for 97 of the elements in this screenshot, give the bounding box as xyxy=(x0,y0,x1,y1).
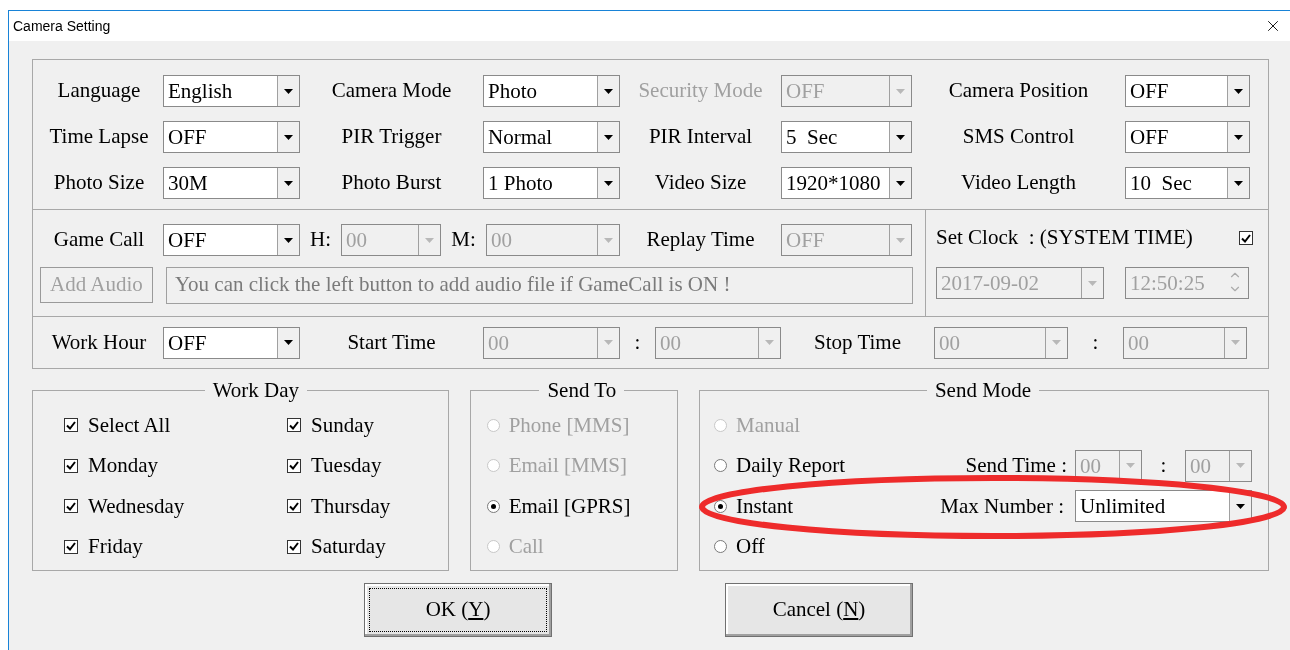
radio-label: Call xyxy=(508,533,544,560)
caret-icon xyxy=(1234,180,1243,186)
radio-label: Instant xyxy=(736,492,794,520)
caret-icon xyxy=(1052,340,1061,345)
dropdown[interactable]: OFF xyxy=(163,224,300,256)
caret-icon xyxy=(284,180,293,186)
caret-icon xyxy=(1088,280,1097,286)
set-clock-label: Set Clock : (SYSTEM TIME) xyxy=(936,224,1194,252)
field-label: Stop Time xyxy=(813,328,902,356)
dialog-button[interactable]: Cancel (N) xyxy=(725,583,913,637)
radio-label: Phone [MMS] xyxy=(508,411,630,439)
dropdown[interactable]: OFF xyxy=(1125,75,1250,107)
dropdown[interactable]: Normal xyxy=(483,121,620,153)
checkbox[interactable] xyxy=(287,539,301,554)
radio-button[interactable] xyxy=(714,459,727,473)
caret-icon xyxy=(284,134,293,140)
checkbox[interactable] xyxy=(287,418,301,433)
caret-icon xyxy=(604,134,613,140)
radio-label: Daily Report xyxy=(736,452,846,479)
radio-label: Off xyxy=(736,533,765,560)
field-label: Time Lapse xyxy=(48,123,150,151)
caret-icon xyxy=(896,134,905,140)
caret-icon xyxy=(604,340,613,345)
dropdown[interactable]: OFF xyxy=(163,121,300,153)
checkbox[interactable] xyxy=(287,499,301,514)
radio-label: Email [MMS] xyxy=(508,452,628,479)
field-label: Photo Size xyxy=(52,169,146,197)
dropdown[interactable]: 1 Photo xyxy=(483,167,620,199)
field-label: Camera Position xyxy=(947,77,1090,105)
checkbox-label: Wednesday xyxy=(88,492,185,520)
field-label: Photo Burst xyxy=(340,169,443,197)
checkbox-label: Thursday xyxy=(311,492,391,520)
caret-icon xyxy=(284,88,293,94)
checkbox[interactable] xyxy=(287,458,301,473)
caret-icon xyxy=(284,340,293,345)
caret-icon xyxy=(284,237,293,243)
radio-label: Email [GPRS] xyxy=(508,492,631,520)
dropdown[interactable]: 30M xyxy=(163,167,300,199)
dropdown[interactable]: OFF xyxy=(163,326,300,359)
field-label: SMS Control xyxy=(961,123,1076,151)
caret-icon xyxy=(604,88,613,94)
field-label: H: xyxy=(309,226,332,254)
group-title: Send Mode xyxy=(933,379,1033,401)
dropdown[interactable]: Photo xyxy=(483,75,620,107)
checkbox-label: Friday xyxy=(88,533,143,560)
checkbox[interactable] xyxy=(64,539,78,554)
checkbox-label: Sunday xyxy=(311,411,374,439)
caret-icon xyxy=(1236,463,1245,469)
caret-icon xyxy=(425,237,434,243)
field-label: Video Size xyxy=(653,169,748,197)
radio-label: Manual xyxy=(736,411,801,439)
field-label: Work Hour xyxy=(50,328,148,356)
caret-icon xyxy=(1126,463,1135,469)
field-label: Video Length xyxy=(960,169,1077,197)
dialog-button[interactable]: OK (Y) xyxy=(364,583,552,637)
field-label: Start Time xyxy=(346,328,437,356)
field-label: Game Call xyxy=(52,226,146,254)
caret-icon xyxy=(1231,340,1240,345)
field-label: PIR Trigger xyxy=(340,123,443,151)
checkbox[interactable] xyxy=(64,418,78,433)
caret-icon xyxy=(604,180,613,186)
caret-icon xyxy=(604,237,613,243)
time-separator: : xyxy=(633,328,642,356)
caret-icon xyxy=(1234,134,1243,140)
field-label: Language xyxy=(56,77,142,105)
checkbox[interactable] xyxy=(64,499,78,514)
dropdown[interactable]: OFF xyxy=(1125,121,1250,153)
field-label: PIR Interval xyxy=(647,123,754,151)
dropdown[interactable]: 10 Sec xyxy=(1125,167,1250,199)
checkbox[interactable] xyxy=(64,458,78,473)
checkbox-label: Saturday xyxy=(311,533,386,560)
field-label: M: xyxy=(450,226,477,254)
dropdown[interactable]: English xyxy=(163,75,300,107)
group-title: Work Day xyxy=(211,379,300,401)
field-label: Replay Time xyxy=(645,226,756,254)
window-title: Camera Setting xyxy=(13,16,111,36)
dropdown[interactable]: 1920*1080 xyxy=(781,167,912,199)
caret-icon xyxy=(896,180,905,186)
field-label: Max Number : xyxy=(939,492,1064,520)
caret-icon xyxy=(1236,503,1245,509)
checkbox-label: Select All xyxy=(88,411,171,439)
checkbox-label: Monday xyxy=(88,452,158,479)
checkbox-label: Tuesday xyxy=(311,452,382,479)
radio-button[interactable] xyxy=(486,499,500,513)
dropdown[interactable]: Unlimited xyxy=(1075,490,1252,523)
time-separator: : xyxy=(1091,328,1100,356)
field-label: Camera Mode xyxy=(330,77,453,105)
caret-icon xyxy=(765,340,774,345)
caret-icon xyxy=(896,88,905,94)
caret-icon xyxy=(1234,88,1243,94)
dropdown[interactable]: 5 Sec xyxy=(781,121,912,153)
group-title: Send To xyxy=(546,379,618,401)
field-label: Security Mode xyxy=(637,77,764,105)
time-separator: : xyxy=(1159,452,1168,479)
radio-button[interactable] xyxy=(714,540,727,554)
field-label: Send Time : xyxy=(964,452,1067,479)
caret-icon xyxy=(896,237,905,243)
